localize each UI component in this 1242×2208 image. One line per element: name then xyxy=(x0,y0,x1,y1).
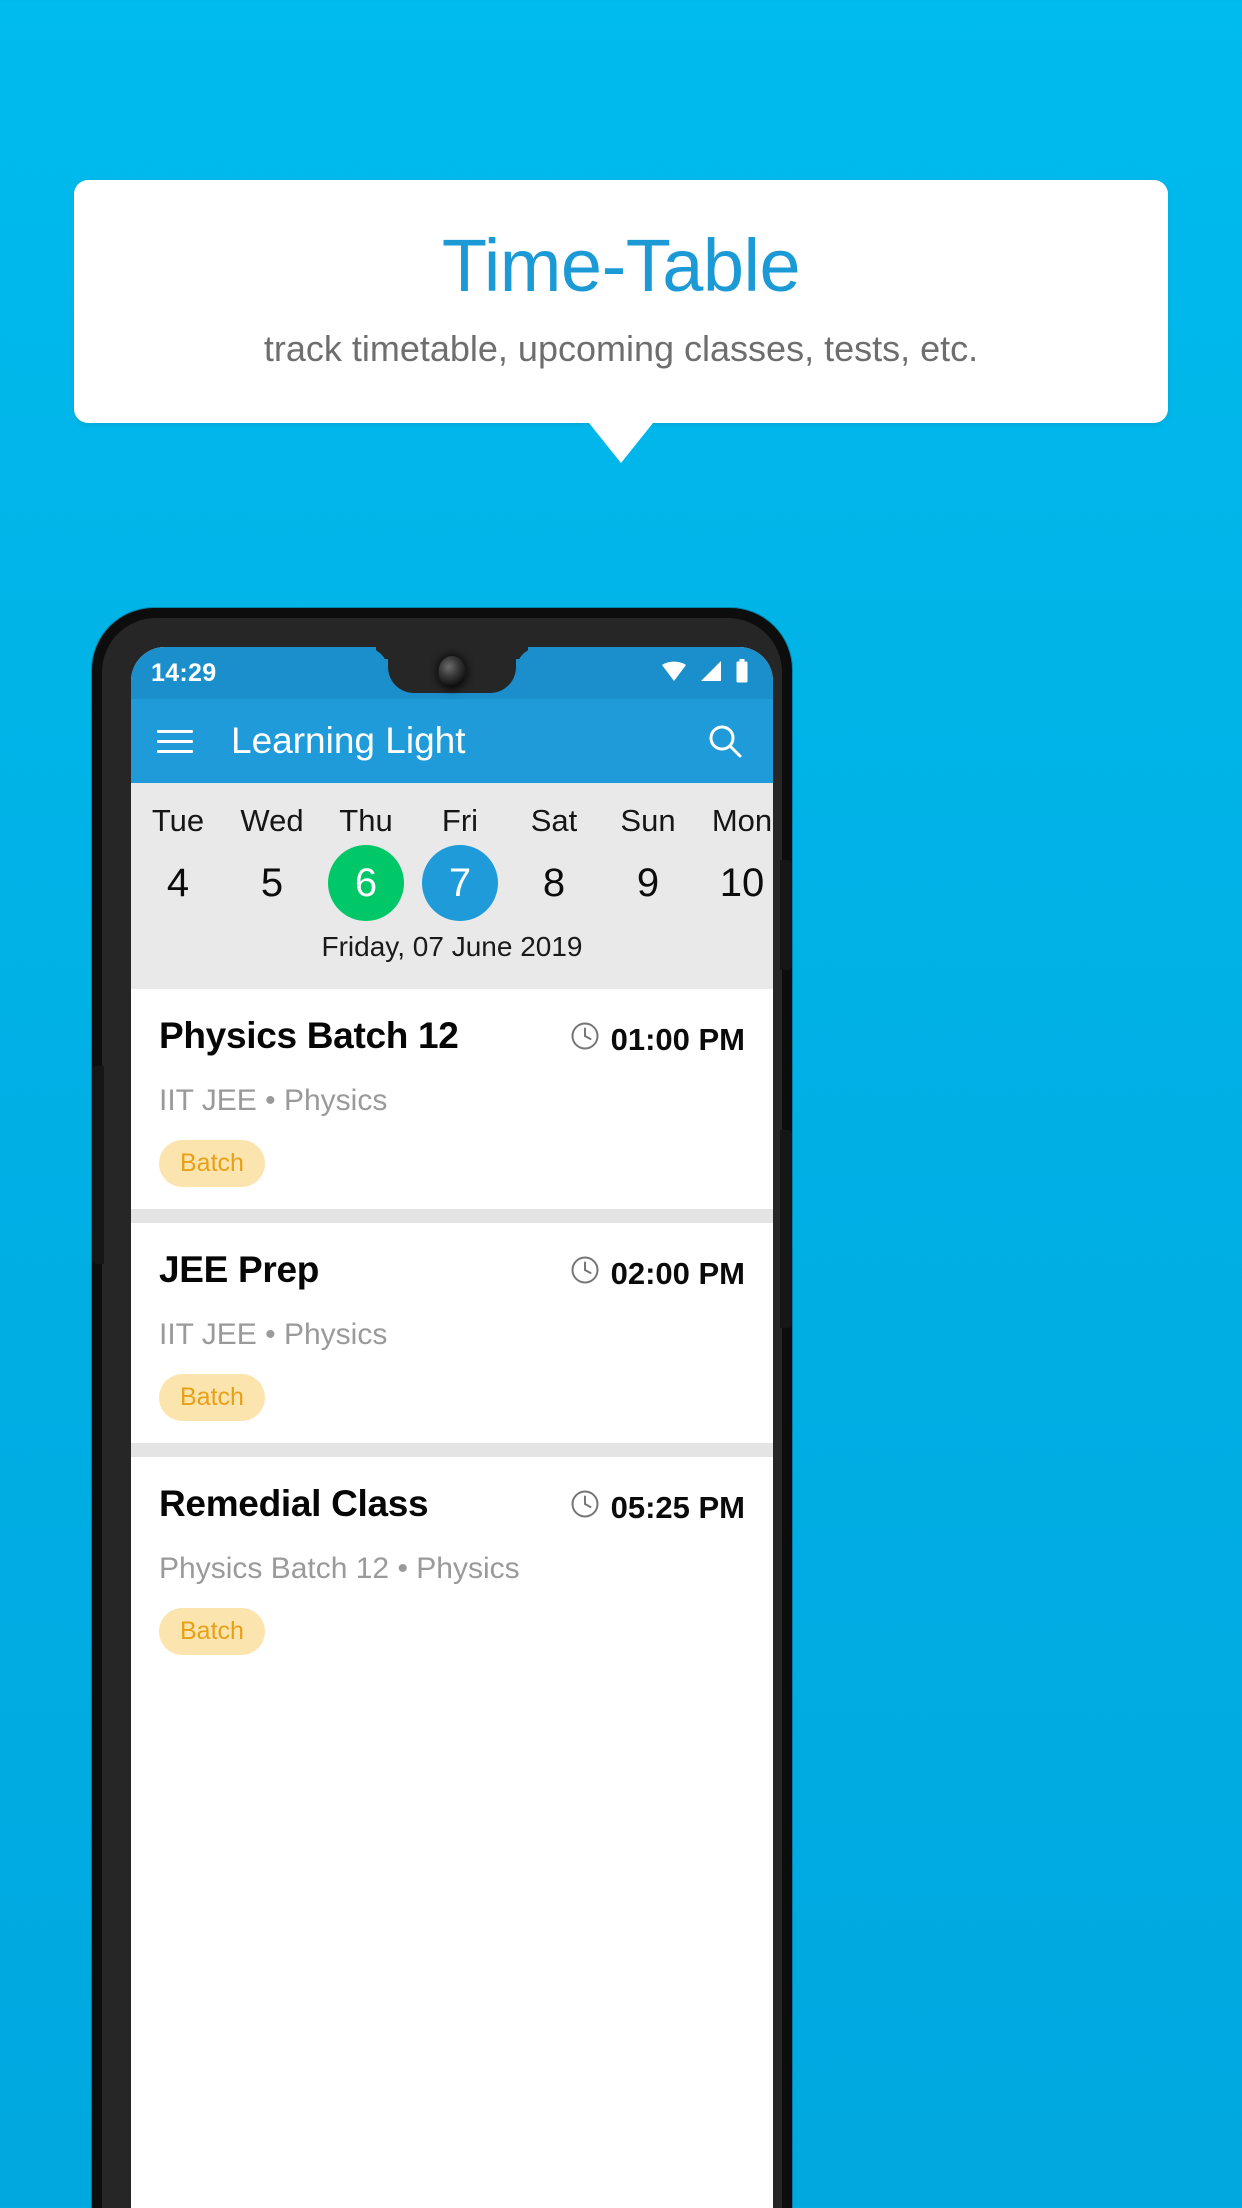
promo-bubble-tail xyxy=(589,423,653,463)
status-badge: Batch xyxy=(159,1608,265,1655)
status-icons xyxy=(661,658,749,688)
clock-icon xyxy=(570,1489,600,1527)
status-bar: 14:29 xyxy=(131,647,773,699)
volume-button[interactable] xyxy=(92,1066,104,1264)
class-time-text: 02:00 PM xyxy=(610,1256,745,1291)
day-number-7-selected: 7 xyxy=(422,845,498,921)
day-cell-sun[interactable]: 9 xyxy=(601,845,695,921)
class-card[interactable]: JEE Prep 02:00 PM IIT JEE • Physics Batc… xyxy=(131,1223,773,1443)
class-list: Physics Batch 12 01:00 PM IIT JEE • Phys… xyxy=(131,989,773,1677)
camera-notch xyxy=(388,647,516,693)
class-title: JEE Prep xyxy=(159,1249,320,1290)
class-time: 02:00 PM xyxy=(570,1249,745,1293)
class-card[interactable]: Physics Batch 12 01:00 PM IIT JEE • Phys… xyxy=(131,989,773,1209)
status-badge: Batch xyxy=(159,1140,265,1187)
day-name-wed[interactable]: Wed xyxy=(225,797,319,841)
day-name-row: Tue Wed Thu Fri Sat Sun Mon xyxy=(131,797,773,841)
day-cell-wed[interactable]: 5 xyxy=(225,845,319,921)
day-number-10: 10 xyxy=(719,860,765,905)
class-subtitle: Physics Batch 12 • Physics xyxy=(159,1552,520,1585)
power-button[interactable] xyxy=(780,860,792,970)
signal-icon xyxy=(699,660,723,687)
front-camera-icon xyxy=(438,656,466,688)
class-time-text: 05:25 PM xyxy=(610,1490,745,1525)
day-name-thu[interactable]: Thu xyxy=(319,797,413,841)
class-time: 01:00 PM xyxy=(570,1015,745,1059)
day-name-sat[interactable]: Sat xyxy=(507,797,601,841)
day-number-4: 4 xyxy=(166,860,190,905)
day-cell-fri[interactable]: 7 xyxy=(413,845,507,921)
class-subtitle: IIT JEE • Physics xyxy=(159,1084,388,1117)
promo-title: Time-Table xyxy=(441,223,801,307)
class-card-header: Physics Batch 12 01:00 PM xyxy=(159,1015,745,1059)
day-number-6-today: 6 xyxy=(328,845,404,921)
day-number-5: 5 xyxy=(260,860,284,905)
day-cell-thu[interactable]: 6 xyxy=(319,845,413,921)
phone-frame: 14:29 Learning Light Tue Wed Thu Fri Sat… xyxy=(92,608,792,2208)
status-badge: Batch xyxy=(159,1374,265,1421)
class-card[interactable]: Remedial Class 05:25 PM Physics Batch 12… xyxy=(131,1457,773,1677)
status-clock: 14:29 xyxy=(151,658,217,687)
app-title: Learning Light xyxy=(231,720,466,761)
day-cell-tue[interactable]: 4 xyxy=(131,845,225,921)
phone-screen: 14:29 Learning Light Tue Wed Thu Fri Sat… xyxy=(131,647,773,2208)
promo-bubble: Time-Table track timetable, upcoming cla… xyxy=(74,180,1168,423)
day-cell-sat[interactable]: 8 xyxy=(507,845,601,921)
day-name-mon[interactable]: Mon xyxy=(695,797,773,841)
class-title: Remedial Class xyxy=(159,1483,429,1524)
class-card-header: JEE Prep 02:00 PM xyxy=(159,1249,745,1293)
class-time: 05:25 PM xyxy=(570,1483,745,1527)
day-name-tue[interactable]: Tue xyxy=(131,797,225,841)
search-icon[interactable] xyxy=(703,719,747,763)
day-name-fri[interactable]: Fri xyxy=(413,797,507,841)
phone-bezel: 14:29 Learning Light Tue Wed Thu Fri Sat… xyxy=(92,618,792,2208)
class-card-header: Remedial Class 05:25 PM xyxy=(159,1483,745,1527)
day-cell-mon[interactable]: 10 xyxy=(695,845,773,921)
class-title: Physics Batch 12 xyxy=(159,1015,459,1056)
day-number-9: 9 xyxy=(636,860,660,905)
clock-icon xyxy=(570,1021,600,1059)
promo-subtitle: track timetable, upcoming classes, tests… xyxy=(263,328,979,370)
battery-icon xyxy=(735,658,749,688)
clock-icon xyxy=(570,1255,600,1293)
class-subtitle: IIT JEE • Physics xyxy=(159,1318,388,1351)
day-number-row: 4 5 6 7 8 9 10 xyxy=(131,845,773,921)
hamburger-icon[interactable] xyxy=(157,729,193,753)
class-time-text: 01:00 PM xyxy=(610,1022,745,1057)
date-strip: Tue Wed Thu Fri Sat Sun Mon 4 5 6 7 8 9 … xyxy=(131,783,773,989)
assistant-button[interactable] xyxy=(780,1130,792,1328)
selected-date-label: Friday, 07 June 2019 xyxy=(321,931,583,962)
wifi-icon xyxy=(661,660,687,687)
app-bar: Learning Light xyxy=(131,699,773,783)
day-number-8: 8 xyxy=(542,860,566,905)
day-name-sun[interactable]: Sun xyxy=(601,797,695,841)
